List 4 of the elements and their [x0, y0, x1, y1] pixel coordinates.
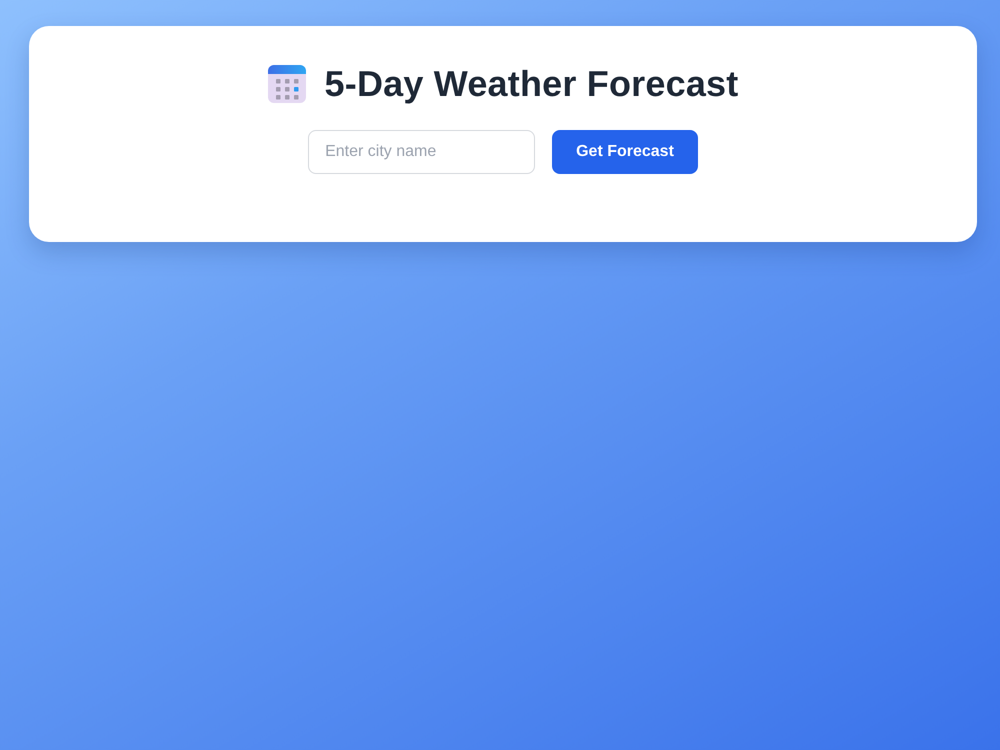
- calendar-icon: [268, 65, 306, 103]
- city-input-field[interactable]: Enter city name: [308, 130, 536, 174]
- page-title: 5-Day Weather Forecast: [324, 62, 738, 106]
- get-forecast-button[interactable]: Get Forecast: [552, 130, 698, 174]
